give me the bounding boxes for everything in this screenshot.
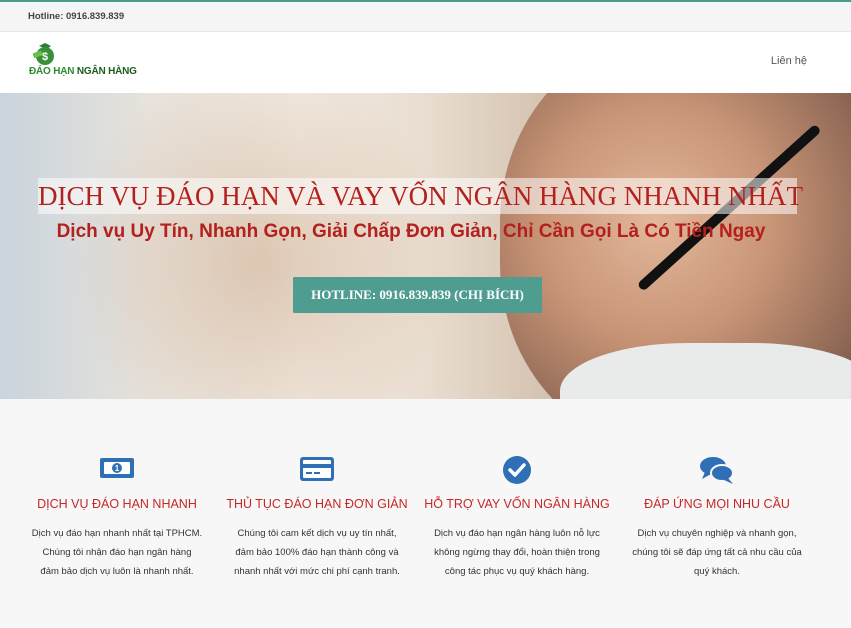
feature-title: DỊCH VỤ ĐÁO HẠN NHANH: [37, 497, 197, 511]
hero-background-person: [70, 93, 450, 399]
feature-description: Dịch vụ đáo hạn nhanh nhất tại TPHCM. Chú…: [31, 528, 203, 577]
feature-description: Dịch vụ đáo hạn ngân hàng luôn nỗ lực khô…: [434, 528, 600, 577]
nav-link-contact[interactable]: Liên hệ: [771, 55, 807, 67]
svg-text:1: 1: [115, 464, 120, 473]
feature-all-needs: ĐÁP ỨNG MỌI NHU CẦU Dịch vụ chuyên nghiệ…: [617, 399, 817, 628]
svg-text:$: $: [42, 51, 48, 63]
hero-banner: DỊCH VỤ ĐÁO HẠN VÀ VAY VỐN NGÂN HÀNG NHA…: [0, 93, 851, 399]
features-section: 1 DỊCH VỤ ĐÁO HẠN NHANH Dịch vụ đáo hạn …: [0, 399, 851, 628]
comments-icon: [700, 457, 734, 484]
feature-simple-procedure: THỦ TỤC ĐÁO HẠN ĐƠN GIẢN Chúng tôi cam k…: [217, 399, 417, 628]
feature-title: HỖ TRỢ VAY VỐN NGÂN HÀNG: [424, 497, 610, 511]
feature-loan-support: HỖ TRỢ VAY VỐN NGÂN HÀNG Dịch vụ đáo hạn…: [417, 399, 617, 628]
check-circle-icon: [503, 456, 531, 484]
feature-fast-renewal: 1 DỊCH VỤ ĐÁO HẠN NHANH Dịch vụ đáo hạn …: [17, 399, 217, 628]
hero-subtitle: Dịch vụ Uy Tín, Nhanh Gọn, Giải Chấp Đơn…: [56, 221, 766, 242]
top-bar: Hotline: 0916.839.839: [0, 0, 851, 32]
site-logo[interactable]: $ ĐÁO HẠN NGÂN HÀNG: [27, 42, 137, 84]
money-icon: 1: [100, 458, 134, 478]
feature-title: THỦ TỤC ĐÁO HẠN ĐƠN GIẢN: [226, 497, 408, 511]
feature-description: Chúng tôi cam kết dịch vụ uy tín nhất, đả…: [234, 528, 400, 577]
logo-text: ĐÁO HẠN NGÂN HÀNG: [29, 66, 137, 77]
money-bag-icon: $: [32, 43, 54, 65]
feature-description: Dịch vụ chuyên nghiệp và nhanh gọn, chúng…: [632, 528, 802, 577]
credit-card-icon: [300, 457, 334, 481]
hotline-button[interactable]: HOTLINE: 0916.839.839 (CHỊ BÍCH): [293, 277, 542, 313]
hero-title: DỊCH VỤ ĐÁO HẠN VÀ VAY VỐN NGÂN HÀNG NHA…: [38, 178, 803, 214]
feature-title: ĐÁP ỨNG MỌI NHU CẦU: [644, 497, 790, 511]
topbar-hotline: Hotline: 0916.839.839: [28, 11, 125, 22]
site-header: $ ĐÁO HẠN NGÂN HÀNG Liên hệ: [0, 32, 851, 93]
